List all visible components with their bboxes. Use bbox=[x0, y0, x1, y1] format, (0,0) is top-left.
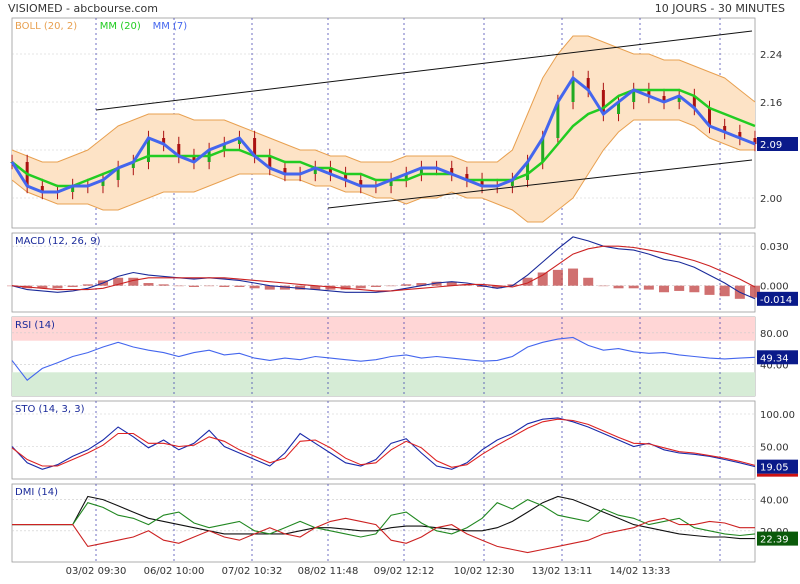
x-axis-label: 10/02 12:30 bbox=[454, 566, 515, 577]
y-tick-label: 0.030 bbox=[760, 242, 789, 253]
panel-sto: 100.00 50.00 STO (14, 3, 3) bbox=[11, 400, 798, 480]
macd-histogram-bar bbox=[598, 285, 609, 287]
macd-histogram-bar bbox=[173, 285, 184, 287]
macd-histogram-bar bbox=[67, 285, 78, 287]
macd-histogram-bar bbox=[249, 285, 260, 289]
macd-histogram-bar bbox=[143, 283, 154, 286]
macd-histogram-bar bbox=[568, 268, 579, 286]
macd-histogram-bar bbox=[659, 285, 670, 293]
macd-histogram-bar bbox=[719, 285, 730, 297]
macd-histogram-bar bbox=[188, 285, 199, 287]
panel-macd: 0.030 0.000 MACD (12, 26, 9) bbox=[7, 232, 789, 313]
macd-current-value: -0.014 bbox=[760, 295, 792, 306]
sto-d-marker bbox=[757, 473, 798, 477]
macd-histogram-bar bbox=[219, 285, 230, 287]
dmi-current-value: 22.39 bbox=[760, 535, 789, 546]
x-axis-label: 14/02 13:33 bbox=[610, 566, 671, 577]
panel-dmi: 40.0020.00DMI (14) bbox=[11, 483, 789, 563]
macd-histogram-bar bbox=[204, 285, 215, 287]
y-tick-label: 100.00 bbox=[760, 410, 795, 421]
x-axis-label: 13/02 13:11 bbox=[532, 566, 593, 577]
indicator-panels: 2.24 2.16 2.00 BOLL (20, 2) MM (20) MM (7) 2.0… bbox=[7, 17, 798, 563]
x-axis-label: 06/02 10:00 bbox=[144, 566, 205, 577]
y-tick-label: 40.00 bbox=[760, 496, 789, 507]
rsi-oversold-band bbox=[12, 372, 755, 396]
panel-rsi: 80.0040.00RSI (14) bbox=[11, 316, 789, 397]
panel-frame bbox=[11, 483, 756, 563]
legend-mm20: MM (20) bbox=[100, 21, 141, 32]
chart-stage: 2.24 2.16 2.00 BOLL (20, 2) MM (20) MM (7) 2.0… bbox=[0, 0, 800, 580]
legend-macd: MACD (12, 26, 9) bbox=[15, 236, 101, 247]
macd-histogram-bar bbox=[583, 277, 594, 286]
y-tick-label: 2.16 bbox=[760, 98, 782, 109]
macd-histogram-bar bbox=[52, 285, 63, 289]
y-tick-label: 2.00 bbox=[760, 194, 782, 205]
macd-histogram-bar bbox=[370, 285, 381, 287]
legend-sto: STO (14, 3, 3) bbox=[15, 404, 85, 415]
y-tick-label: 0.000 bbox=[760, 282, 789, 293]
price-current-value: 2.09 bbox=[760, 140, 782, 151]
sto-current-value: 19.05 bbox=[760, 463, 789, 474]
legend-boll: BOLL (20, 2) bbox=[15, 21, 77, 32]
macd-histogram-bar bbox=[643, 285, 654, 290]
rsi-overbought-band bbox=[12, 317, 755, 341]
panel-price: 2.24 2.16 2.00 BOLL (20, 2) MM (20) MM (7) bbox=[10, 17, 782, 229]
legend-mm7: MM (7) bbox=[153, 21, 188, 32]
y-tick-label: 2.24 bbox=[760, 50, 782, 61]
rsi-current-value: 49.34 bbox=[760, 353, 789, 364]
chart-header-period: 10 JOURS - 30 MINUTES bbox=[655, 2, 785, 15]
x-axis-label: 09/02 12:12 bbox=[374, 566, 435, 577]
macd-histogram-bar bbox=[674, 285, 685, 291]
macd-histogram-bar bbox=[355, 285, 366, 289]
macd-histogram-bar bbox=[158, 284, 169, 286]
panel-frame bbox=[11, 400, 756, 480]
y-tick-label: 80.00 bbox=[760, 329, 789, 340]
macd-histogram-bar bbox=[82, 284, 93, 286]
macd-histogram-bar bbox=[689, 285, 700, 293]
x-axis-label: 08/02 11:48 bbox=[298, 566, 359, 577]
x-axis-label: 03/02 09:30 bbox=[66, 566, 127, 577]
x-axis-labels: 03/02 09:30 06/02 10:00 07/02 10:32 08/02 1… bbox=[66, 566, 671, 577]
legend-dmi: DMI (14) bbox=[15, 487, 58, 498]
macd-histogram-bar bbox=[552, 269, 563, 286]
chart-canvas: 2.24 2.16 2.00 BOLL (20, 2) MM (20) MM (7) 2.0… bbox=[7, 2, 798, 577]
y-tick-label: 50.00 bbox=[760, 443, 789, 454]
macd-histogram-bar bbox=[234, 285, 245, 287]
chart-header-title: VISIOMED - abcbourse.com bbox=[8, 2, 158, 15]
x-axis-label: 07/02 10:32 bbox=[222, 566, 283, 577]
panel-frame bbox=[11, 232, 756, 313]
legend-rsi: RSI (14) bbox=[15, 320, 55, 331]
macd-histogram-bar bbox=[704, 285, 715, 295]
macd-histogram-bar bbox=[628, 285, 639, 289]
macd-histogram-bar bbox=[386, 285, 397, 287]
macd-histogram-bar bbox=[613, 285, 624, 289]
macd-histogram-bar bbox=[401, 284, 412, 286]
